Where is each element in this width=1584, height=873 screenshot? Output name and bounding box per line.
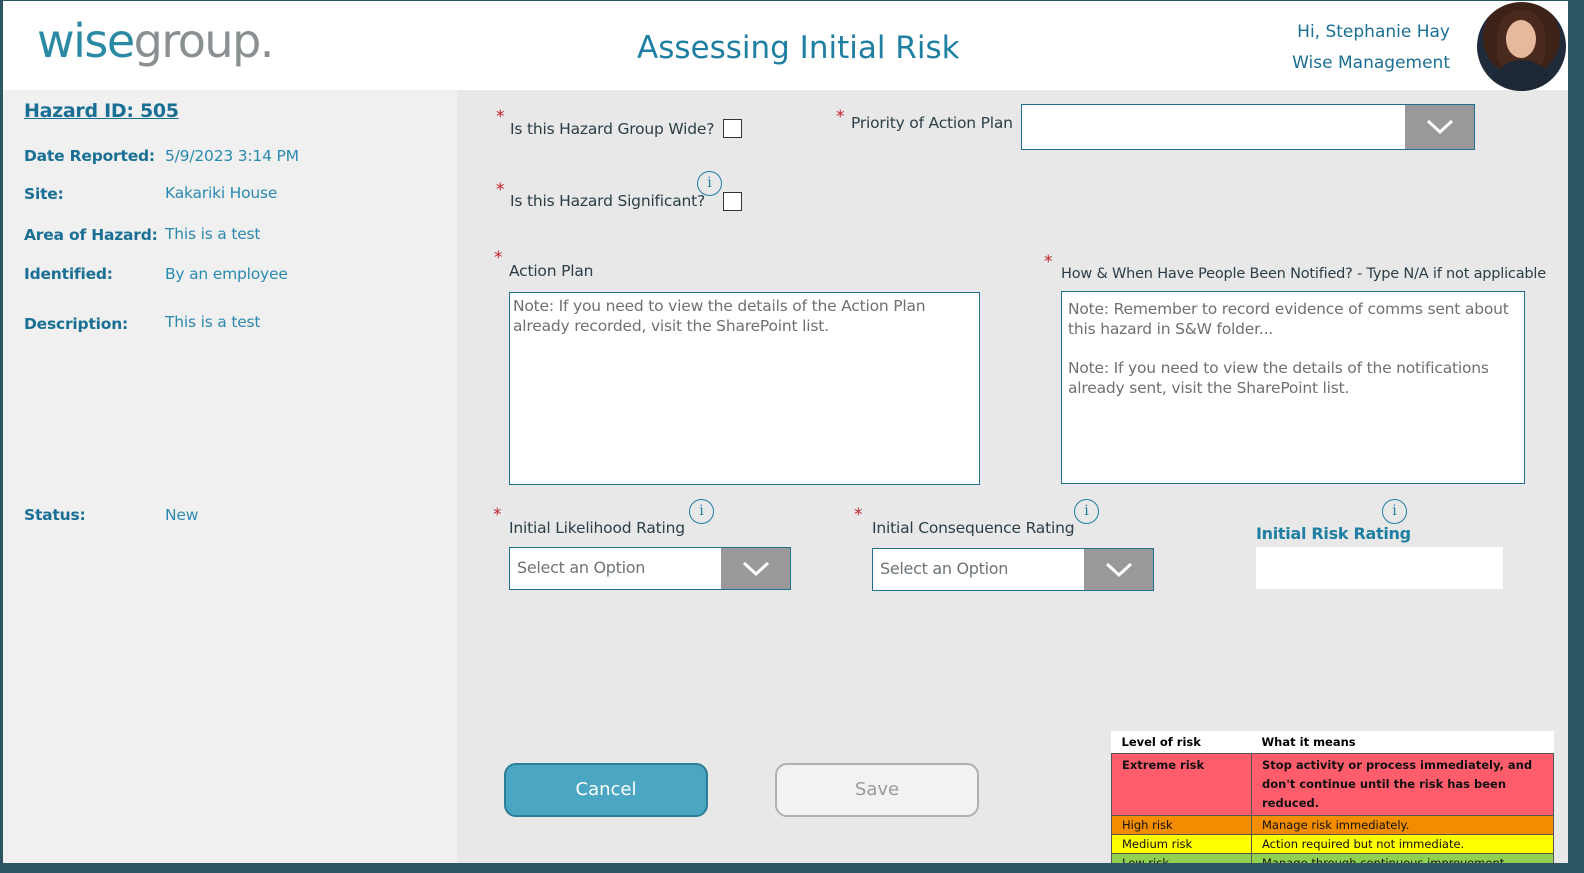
date-reported-value: 5/9/2023 3:14 PM <box>165 147 299 165</box>
header: wisegroup. Assessing Initial Risk Hi, St… <box>3 1 1568 91</box>
likelihood-dropdown[interactable]: Select an Option <box>509 547 791 590</box>
risk-row-extreme: Extreme risk Stop activity or process im… <box>1111 753 1554 816</box>
consequence-dropdown[interactable]: Select an Option <box>872 548 1154 591</box>
page-title: Assessing Initial Risk <box>637 30 960 66</box>
site-value: Kakariki House <box>165 184 278 202</box>
identified-label: Identified: <box>24 265 113 283</box>
risk-table-header-level: Level of risk <box>1121 735 1201 749</box>
priority-dropdown-button[interactable] <box>1405 105 1474 149</box>
required-marker: * <box>496 180 505 200</box>
priority-dropdown[interactable] <box>1021 104 1475 150</box>
consequence-label: Initial Consequence Rating <box>872 519 1075 537</box>
site-label: Site: <box>24 185 64 203</box>
required-marker: * <box>494 248 503 268</box>
identified-value: By an employee <box>165 265 288 283</box>
chevron-down-icon <box>742 561 769 576</box>
risk-table-header-row: Level of risk What it means <box>1112 731 1554 754</box>
avatar-face <box>1506 20 1536 58</box>
risk-table-header-meaning: What it means <box>1261 735 1356 749</box>
info-icon[interactable]: i <box>1074 499 1099 524</box>
required-marker: * <box>1044 252 1053 272</box>
risk-meaning-cell: Action required but not immediate. <box>1251 834 1554 854</box>
area-of-hazard-label: Area of Hazard: <box>24 226 158 244</box>
info-icon[interactable]: i <box>689 499 714 524</box>
consequence-dropdown-button[interactable] <box>1084 549 1153 590</box>
risk-level-cell: Low risk <box>1111 853 1252 863</box>
hazard-details-panel: Hazard ID: 505 Date Reported: 5/9/2023 3… <box>3 90 457 863</box>
risk-row-high: High risk Manage risk immediately. <box>1111 815 1554 835</box>
risk-level-cell: High risk <box>1111 815 1252 835</box>
action-plan-note: Note: If you need to view the details of… <box>513 297 926 335</box>
logo-text-wise: wise <box>37 14 135 68</box>
priority-label: Priority of Action Plan <box>851 114 1013 132</box>
user-greeting: Hi, Stephanie Hay Wise Management <box>1292 17 1450 79</box>
consequence-dropdown-placeholder: Select an Option <box>880 559 1009 578</box>
wisegroup-logo: wisegroup. <box>37 11 275 71</box>
app-window: wisegroup. Assessing Initial Risk Hi, St… <box>3 1 1568 863</box>
required-marker: * <box>854 505 863 525</box>
risk-row-low: Low risk Manage through continuous impro… <box>1111 853 1554 863</box>
risk-meaning-cell: Manage risk immediately. <box>1251 815 1554 835</box>
risk-level-legend-table: Level of risk What it means Extreme risk… <box>1111 731 1554 863</box>
notified-note-sharepoint: Note: If you need to view the details of… <box>1068 359 1489 397</box>
info-icon[interactable]: i <box>1382 499 1407 524</box>
group-wide-checkbox[interactable] <box>723 119 742 138</box>
logo-text-group: group. <box>133 14 275 68</box>
required-marker: * <box>493 505 502 525</box>
greeting-text: Hi, Stephanie Hay <box>1297 22 1450 42</box>
action-plan-label: Action Plan <box>509 262 594 280</box>
chevron-down-icon <box>1105 562 1132 577</box>
likelihood-dropdown-button[interactable] <box>721 548 790 589</box>
status-value: New <box>165 506 199 524</box>
area-of-hazard-value: This is a test <box>165 225 261 243</box>
description-value: This is a test <box>165 313 261 331</box>
required-marker: * <box>496 107 505 127</box>
save-button[interactable]: Save <box>775 763 979 817</box>
risk-meaning-cell: Stop activity or process immediately, an… <box>1251 753 1554 816</box>
notified-textarea[interactable]: Note: Remember to record evidence of com… <box>1061 291 1525 484</box>
significant-checkbox[interactable] <box>723 192 742 211</box>
risk-level-cell: Extreme risk <box>1111 753 1252 816</box>
significant-label: Is this Hazard Significant? <box>510 192 706 210</box>
group-wide-label: Is this Hazard Group Wide? <box>510 120 715 138</box>
cancel-button[interactable]: Cancel <box>504 763 708 817</box>
likelihood-label: Initial Likelihood Rating <box>509 519 685 537</box>
chevron-down-icon <box>1426 119 1453 135</box>
initial-risk-rating-value <box>1256 547 1503 589</box>
required-marker: * <box>836 107 845 127</box>
avatar <box>1477 2 1566 91</box>
action-plan-textarea[interactable]: Note: If you need to view the details of… <box>509 292 980 485</box>
risk-row-medium: Medium risk Action required but not imme… <box>1111 834 1554 854</box>
hazard-id-link[interactable]: Hazard ID: 505 <box>24 100 179 122</box>
notified-label: How & When Have People Been Notified? - … <box>1061 266 1546 282</box>
info-icon[interactable]: i <box>697 171 722 196</box>
date-reported-label: Date Reported: <box>24 147 155 165</box>
avatar-body <box>1491 60 1553 91</box>
description-label: Description: <box>24 315 129 333</box>
likelihood-dropdown-placeholder: Select an Option <box>517 558 646 577</box>
organization-text: Wise Management <box>1292 53 1450 73</box>
risk-meaning-cell: Manage through continuous improvement. <box>1251 853 1554 863</box>
notified-note-comms: Note: Remember to record evidence of com… <box>1068 300 1509 338</box>
status-label: Status: <box>24 506 86 524</box>
initial-risk-rating-label: Initial Risk Rating <box>1256 524 1411 543</box>
risk-level-cell: Medium risk <box>1111 834 1252 854</box>
